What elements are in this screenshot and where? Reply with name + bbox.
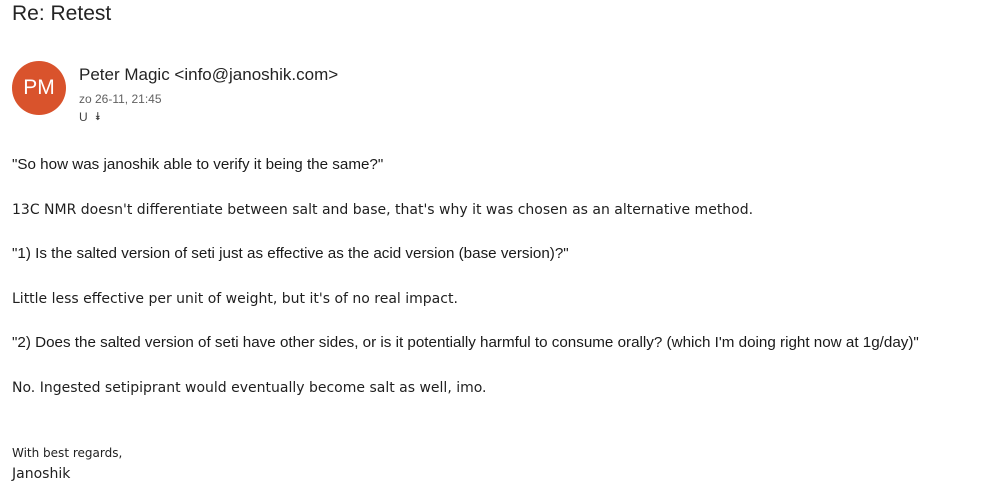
message-subject: Re: Retest (12, 2, 112, 25)
double-chevron-down-icon[interactable]: ⯯ (95, 111, 102, 123)
recipients-toggle[interactable]: U ⯯ (79, 110, 101, 124)
sender-name-email[interactable]: Peter Magic <info@janoshik.com> (79, 65, 338, 85)
signature-name: Janoshik (12, 466, 71, 482)
sender-avatar[interactable]: PM (12, 61, 66, 115)
reply-paragraph-2: Little less effective per unit of weight… (12, 291, 458, 307)
quoted-question-3: "2) Does the salted version of seti have… (12, 334, 919, 351)
quoted-question-1: "So how was janoshik able to verify it b… (12, 156, 384, 173)
quoted-question-2: "1) Is the salted version of seti just a… (12, 245, 569, 262)
signature-closing: With best regards, (12, 446, 123, 460)
message-datetime: zo 26-11, 21:45 (79, 92, 162, 106)
reply-paragraph-3: No. Ingested setipiprant would eventuall… (12, 380, 487, 396)
recipient-initial: U (79, 110, 88, 124)
reply-paragraph-1: 13C NMR doesn't differentiate between sa… (12, 202, 754, 218)
